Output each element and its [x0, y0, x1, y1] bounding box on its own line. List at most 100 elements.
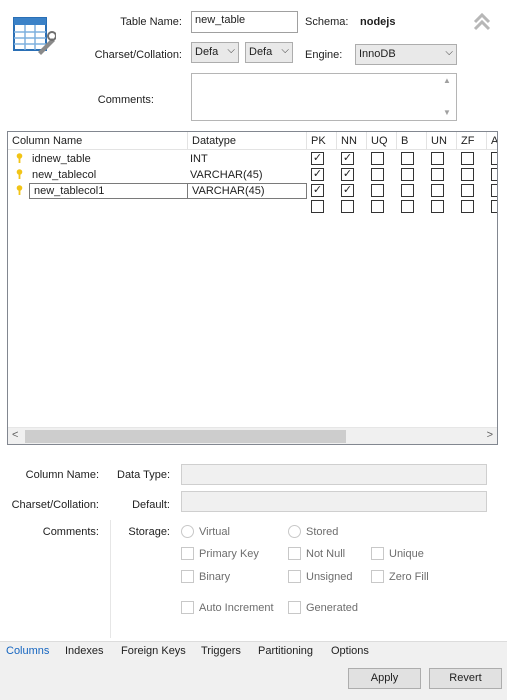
collation-select-value: Defa [249, 46, 273, 58]
zf-checkbox[interactable] [461, 152, 474, 165]
nn-checkbox[interactable]: ✓ [341, 152, 354, 165]
pk-checkbox[interactable] [311, 200, 324, 213]
col-header-zf[interactable]: ZF [457, 132, 487, 150]
zf-checkbox[interactable] [461, 184, 474, 197]
col-header-ai[interactable]: A [487, 132, 497, 150]
chevron-down-icon: ⌵ [281, 45, 289, 56]
col-header-un[interactable]: UN [427, 132, 457, 150]
uq-checkbox[interactable] [371, 184, 384, 197]
engine-select-value: InnoDB [359, 48, 396, 60]
col-header-pk[interactable]: PK [307, 132, 337, 150]
ai-checkbox[interactable] [491, 168, 497, 181]
chevron-down-icon: ⌵ [445, 47, 453, 58]
generated-label: Generated [306, 602, 358, 614]
tab-columns[interactable]: Columns [6, 645, 49, 657]
virtual-radio[interactable] [181, 525, 194, 538]
un-checkbox[interactable] [431, 200, 444, 213]
scroll-right-icon[interactable]: > [487, 429, 493, 441]
auto-increment-checkbox[interactable] [181, 601, 194, 614]
virtual-label: Virtual [199, 526, 230, 538]
pk-checkbox[interactable]: ✓ [311, 168, 324, 181]
scroll-left-icon[interactable]: < [12, 429, 18, 441]
stored-label: Stored [306, 526, 339, 538]
un-checkbox[interactable] [431, 152, 444, 165]
scrollbar-thumb[interactable] [25, 430, 346, 443]
not-null-label: Not Null [306, 548, 346, 560]
un-checkbox[interactable] [431, 168, 444, 181]
zf-checkbox[interactable] [461, 200, 474, 213]
nn-checkbox[interactable]: ✓ [341, 168, 354, 181]
collation-select[interactable]: Defa ⌵ [245, 42, 293, 63]
columns-grid[interactable]: Column Name Datatype PK NN UQ B UN ZF A … [7, 131, 498, 445]
b-checkbox[interactable] [401, 200, 414, 213]
schema-value: nodejs [360, 16, 396, 28]
stored-radio[interactable] [288, 525, 301, 538]
column-name-label: Column Name: [25, 469, 99, 481]
tab-triggers[interactable]: Triggers [201, 645, 241, 657]
key-icon [16, 153, 23, 163]
pk-checkbox[interactable]: ✓ [311, 184, 324, 197]
unique-checkbox[interactable] [371, 547, 384, 560]
charset-select[interactable]: Defa ⌵ [191, 42, 239, 63]
datatype-cell[interactable]: VARCHAR(45) [186, 167, 306, 183]
column-name-cell-editing[interactable]: new_tablecol1 [29, 183, 188, 199]
primary-key-checkbox[interactable] [181, 547, 194, 560]
b-checkbox[interactable] [401, 184, 414, 197]
datatype-cell-editing[interactable]: VARCHAR(45) [187, 183, 307, 199]
uq-checkbox[interactable] [371, 152, 384, 165]
table-row[interactable]: new_tablecol1 VARCHAR(45) ✓ ✓ [8, 183, 497, 199]
tab-foreign-keys[interactable]: Foreign Keys [121, 645, 186, 657]
col-header-uq[interactable]: UQ [367, 132, 397, 150]
zf-checkbox[interactable] [461, 168, 474, 181]
uq-checkbox[interactable] [371, 168, 384, 181]
nn-checkbox[interactable] [341, 200, 354, 213]
column-name-cell[interactable]: idnew_table [28, 151, 188, 167]
col-header-b[interactable]: B [397, 132, 427, 150]
unsigned-label: Unsigned [306, 571, 353, 583]
uq-checkbox[interactable] [371, 200, 384, 213]
tab-options[interactable]: Options [331, 645, 369, 657]
zero-fill-checkbox[interactable] [371, 570, 384, 583]
nn-checkbox[interactable]: ✓ [341, 184, 354, 197]
chevron-down-icon: ⌵ [227, 45, 235, 56]
data-type-input[interactable] [181, 464, 487, 485]
unsigned-checkbox[interactable] [288, 570, 301, 583]
col-header-datatype[interactable]: Datatype [188, 132, 307, 150]
un-checkbox[interactable] [431, 184, 444, 197]
tab-indexes[interactable]: Indexes [65, 645, 104, 657]
b-checkbox[interactable] [401, 168, 414, 181]
datatype-cell[interactable]: INT [186, 151, 306, 167]
generated-checkbox[interactable] [288, 601, 301, 614]
auto-increment-label: Auto Increment [199, 602, 274, 614]
col-header-column-name[interactable]: Column Name [8, 132, 188, 150]
textarea-scroll-down-icon[interactable]: ▼ [443, 108, 451, 117]
apply-button[interactable]: Apply [348, 668, 421, 689]
default-input[interactable] [181, 491, 487, 512]
not-null-checkbox[interactable] [288, 547, 301, 560]
storage-label: Storage: [128, 526, 170, 538]
table-name-input[interactable]: new_table [191, 11, 298, 33]
b-checkbox[interactable] [401, 152, 414, 165]
ai-checkbox[interactable] [491, 200, 497, 213]
table-row[interactable]: new_tablecol VARCHAR(45) ✓ ✓ [8, 167, 497, 183]
charset-collation-label: Charset/Collation: [94, 49, 182, 61]
tab-partitioning[interactable]: Partitioning [258, 645, 313, 657]
table-row-new[interactable] [8, 199, 497, 215]
column-name-cell[interactable]: new_tablecol [28, 167, 188, 183]
table-row[interactable]: idnew_table INT ✓ ✓ [8, 151, 497, 167]
revert-button[interactable]: Revert [429, 668, 502, 689]
ai-checkbox[interactable] [491, 152, 497, 165]
textarea-scroll-up-icon[interactable]: ▲ [443, 76, 451, 85]
charset-select-value: Defa [195, 46, 219, 58]
binary-checkbox[interactable] [181, 570, 194, 583]
ai-checkbox[interactable] [491, 184, 497, 197]
engine-select[interactable]: InnoDB ⌵ [355, 44, 457, 65]
collapse-chevron-icon[interactable] [472, 11, 492, 31]
pk-checkbox[interactable]: ✓ [311, 152, 324, 165]
grid-header-row: Column Name Datatype PK NN UQ B UN ZF A [8, 132, 497, 150]
zero-fill-label: Zero Fill [389, 571, 429, 583]
comments-textarea[interactable] [191, 73, 457, 121]
col-header-nn[interactable]: NN [337, 132, 367, 150]
horizontal-scrollbar[interactable]: < > [8, 427, 497, 444]
table-name-label: Table Name: [120, 16, 182, 28]
